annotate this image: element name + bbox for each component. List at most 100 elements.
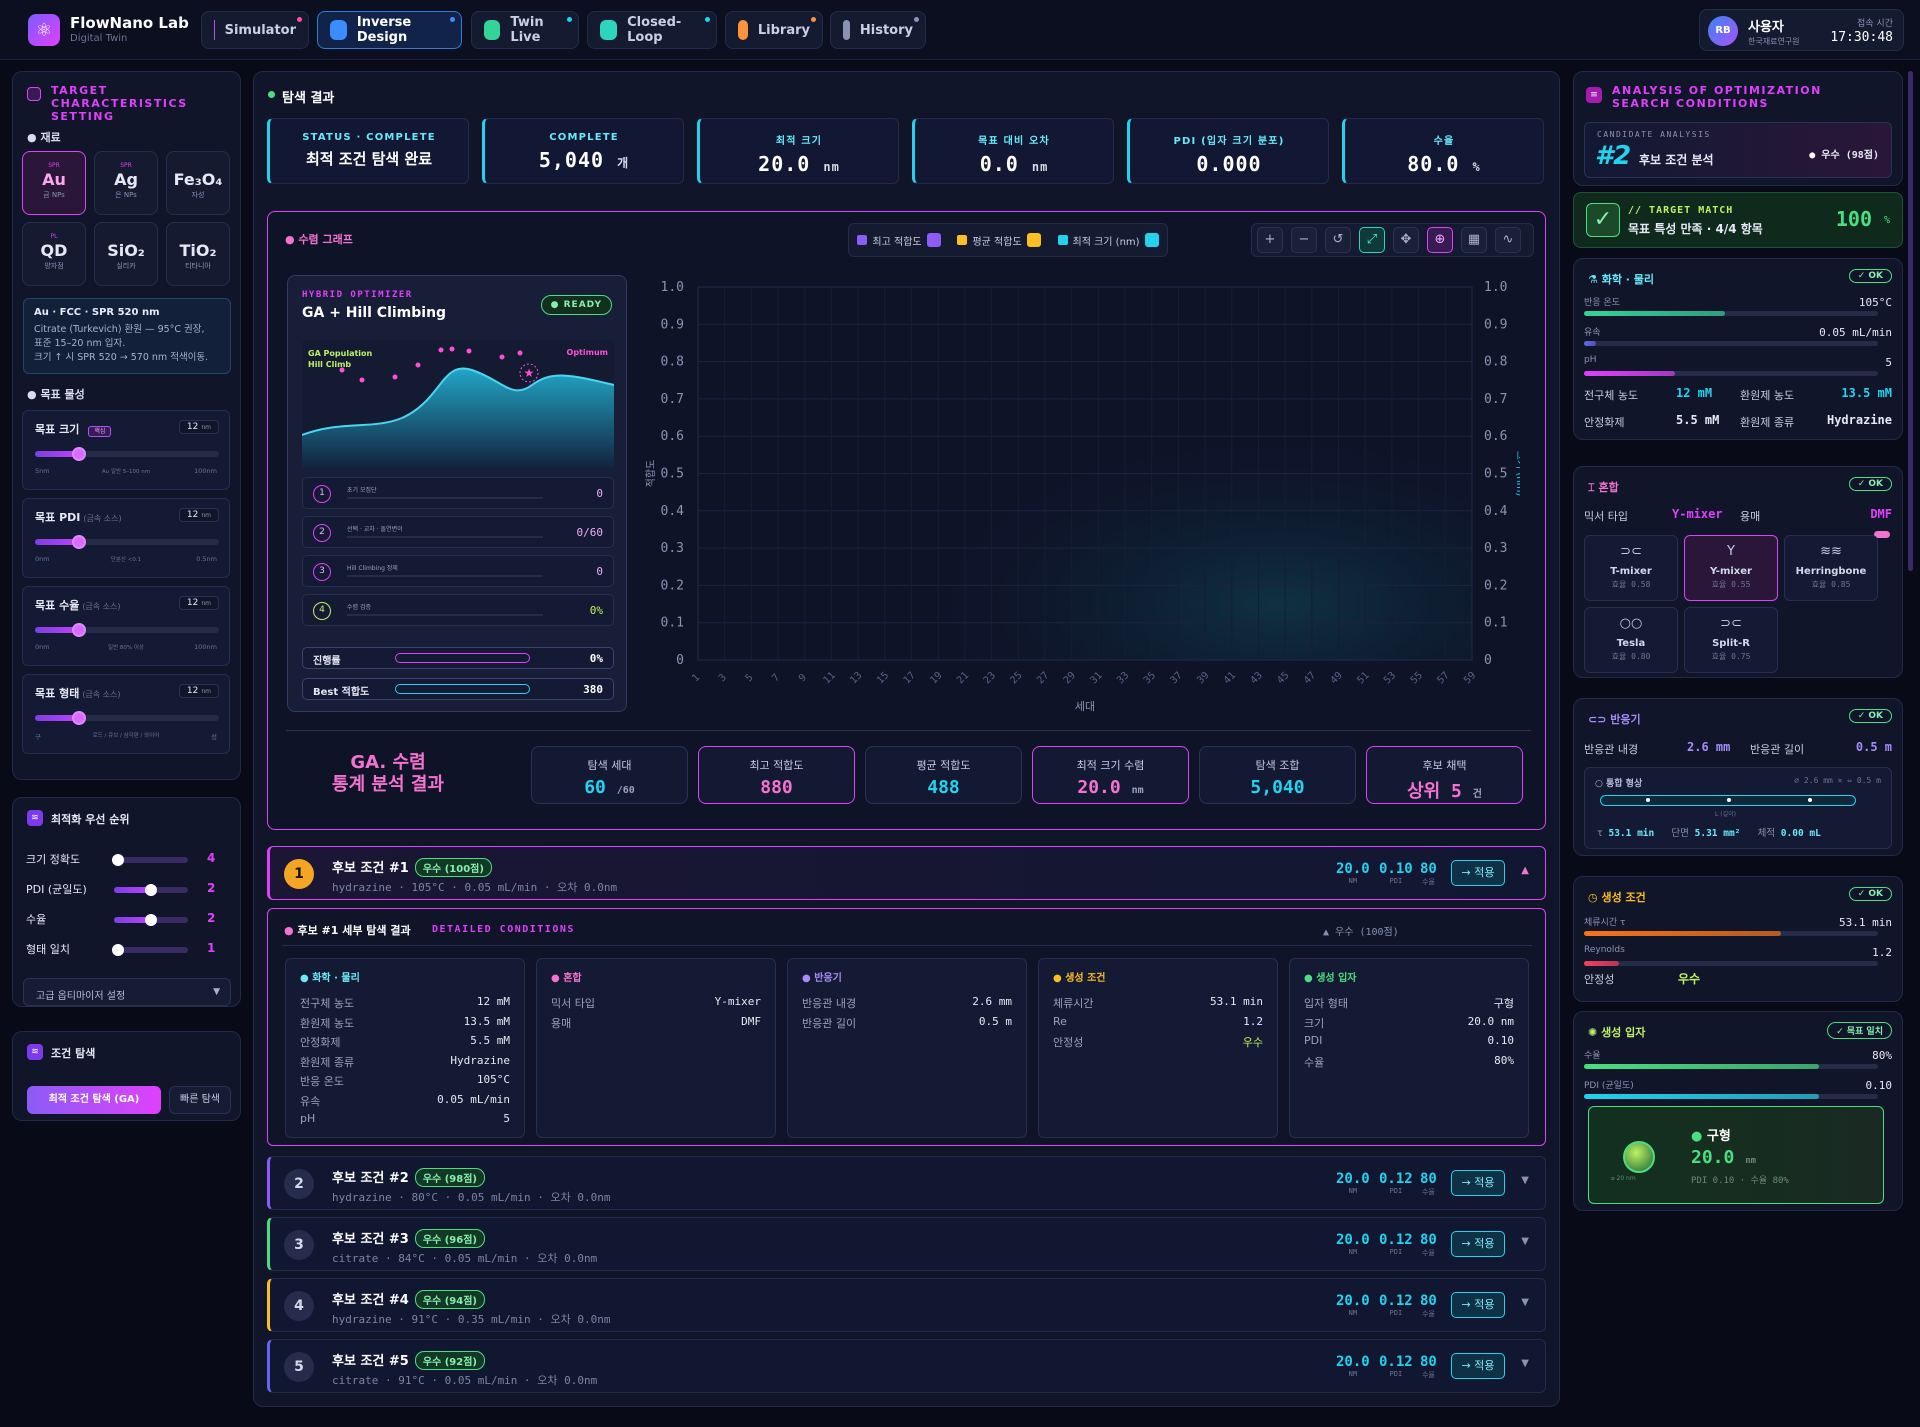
slider-handle[interactable] [111,944,124,956]
slider-handle[interactable] [72,447,87,461]
target-prop-value[interactable]: 12 nm [178,684,219,698]
detail-value: 20.0 nm [1467,1014,1514,1028]
mixer-option-tesla[interactable]: ○○ Tesla 효율 0.80 [1584,607,1678,673]
pan-icon[interactable]: ✥ [1393,227,1419,253]
chevron-down-icon[interactable]: ▼ [1521,1358,1529,1369]
legend-item[interactable]: 평균 적합도 [957,233,1041,248]
nav-tab-simulator[interactable]: Simulator [201,11,309,49]
legend-toggle[interactable] [1026,233,1041,247]
grid-icon[interactable]: ▦ [1461,227,1487,253]
chevron-up-icon[interactable]: ▲ [1521,865,1529,876]
slider-handle[interactable] [145,884,157,896]
candidate-row[interactable]: 2 후보 조건 #2 우수 (98점) hydrazine · 80°C · 0.05… [267,1156,1546,1210]
chevron-down-icon[interactable]: ▼ [1521,1175,1529,1186]
material-chip[interactable]: PL QD 양자점 [22,222,86,286]
priority-slider[interactable] [114,884,188,896]
x-tick-label: 35 [1142,670,1158,686]
slider-handle[interactable] [111,854,124,866]
detail-kv-row: 전구체 농도 12 mM [300,995,510,1011]
priority-slider[interactable] [111,854,188,866]
mixer-type-value: Y-mixer [1672,507,1723,521]
nav-tab-library[interactable]: Library [725,11,823,49]
legend-item[interactable]: 최고 적합도 [857,233,941,248]
apply-button[interactable]: → 적용 [1451,1231,1505,1257]
priority-slider[interactable] [114,914,188,926]
target-prop-value[interactable]: 12 nm [178,508,219,522]
mixer-option-split-r[interactable]: ⊃⊂ Split-R 효율 0.75 [1684,607,1778,673]
legend-item[interactable]: 최적 크기 (nm) [1057,233,1159,248]
detail-score[interactable]: ▲ 우수 (100점) [1323,923,1399,938]
target-prop-value[interactable]: 12 nm [178,596,219,610]
candidate-metric-yield: 80 수율 [1420,1293,1437,1319]
slider-max: 100nm [194,467,217,475]
legend-toggle[interactable] [1144,233,1159,247]
quick-search-button[interactable]: 빠른 탐색 [169,1086,231,1114]
zoom-out-icon[interactable]: − [1291,227,1317,253]
info-line: Citrate (Turkevich) 환원 — 95°C 권장, [34,324,205,335]
chevron-down-icon[interactable]: ▼ [1521,1297,1529,1308]
expand-icon[interactable]: ⤢ [1359,227,1385,253]
material-chip[interactable]: TiO₂ 티타니아 [166,222,230,286]
optimal-search-button[interactable]: 최적 조건 탐색 (GA) [27,1086,161,1114]
chem-key: 안정화제 [1584,416,1625,429]
detail-value: 80% [1494,1053,1514,1067]
nav-tab-closed-loop[interactable]: Closed-Loop [587,11,717,49]
material-tag: PL [50,233,58,240]
reset-icon[interactable]: ↺ [1325,227,1351,253]
material-chip[interactable]: SPR Au 금 NPs [22,151,86,215]
detail-kv-row: 반응 온도 105°C [300,1073,510,1089]
detail-kv-row: 안정성 우수 [1053,1034,1263,1050]
target-slider[interactable] [35,711,219,725]
apply-button[interactable]: → 적용 [1451,1353,1505,1379]
candidate-row[interactable]: 3 후보 조건 #3 우수 (96점) citrate · 84°C · 0.05 m… [267,1217,1546,1271]
user-card[interactable]: RB 사용자 한국재료연구원 접속 시간 17:30:48 [1699,9,1904,51]
apply-button[interactable]: → 적용 [1451,1292,1505,1318]
slider-handle[interactable] [145,914,157,926]
chevron-down-icon[interactable]: ▼ [1521,1236,1529,1247]
candidate-row[interactable]: 1 후보 조건 #1 우수 (100점) hydrazine · 105°C · 0.… [267,846,1546,900]
nav-tab-twin-live[interactable]: Twin Live [471,11,579,49]
metric-value: 20.0 [1336,1232,1370,1248]
target-match-text: 목표 특성 만족 · 4/4 항목 [1628,222,1763,236]
slider-handle[interactable] [72,711,87,725]
detail-key: 안정화제 [300,1036,341,1049]
chem-value: 12 mM [1676,386,1713,400]
scrollbar-thumb[interactable] [1908,71,1913,571]
slider-handle[interactable] [72,623,87,637]
slider-handle[interactable] [72,535,87,549]
mixer-option-y-mixer[interactable]: Y Y-mixer 효율 0.55 [1684,535,1778,601]
priority-slider[interactable] [111,944,188,956]
legend-toggle[interactable] [926,233,941,247]
candidate-rank: 5 [284,1352,314,1382]
target-slider[interactable] [35,623,219,637]
target-title: TARGET CHARACTERISTICS SETTING [51,84,188,123]
mixer-option-t-mixer[interactable]: ⊃⊂ T-mixer 효율 0.58 [1584,535,1678,601]
candidate-row[interactable]: 5 후보 조건 #5 우수 (92점) citrate · 91°C · 0.05 m… [267,1339,1546,1393]
stat-label: 수율 [1433,136,1455,147]
detail-card: ● 화학 · 물리 전구체 농도 12 mM 환원제 농도 13.5 mM 안정화제 5.5… [285,958,525,1138]
nav-status-dot [567,17,572,22]
x-tick-label: 7 [770,672,782,684]
apply-button[interactable]: → 적용 [1451,860,1505,886]
material-chip[interactable]: SiO₂ 실리카 [94,222,158,286]
nav-tab-inverse-design[interactable]: Inverse Design [317,11,462,49]
material-chip[interactable]: SPR Ag 은 NPs [94,151,158,215]
nav-tab-history[interactable]: History [830,11,926,49]
apply-button[interactable]: → 적용 [1451,1170,1505,1196]
best-fitness-row: Best 적합도 380 [302,678,614,700]
curve-icon[interactable]: ∿ [1495,227,1521,253]
y-tick-label: 0.3 [661,541,684,556]
material-chip[interactable]: Fe₃O₄ 자성 [166,151,230,215]
target-prop-value[interactable]: 12 nm [178,420,219,434]
tube-marker [1727,798,1731,802]
target-slider[interactable] [35,535,219,549]
advanced-settings-select[interactable]: 고급 옵티마이저 설정 ▼ [23,978,231,1006]
crosshair-icon[interactable]: ⊕ [1427,227,1453,253]
target-slider[interactable] [35,447,219,461]
mixer-option-herringbone[interactable]: ≋≋ Herringbone 효율 0.85 [1784,535,1878,601]
x-tick-label: 27 [1035,670,1051,686]
zoom-in-icon[interactable]: + [1257,227,1283,253]
candidate-row[interactable]: 4 후보 조건 #4 우수 (94점) hydrazine · 91°C · 0.35… [267,1278,1546,1332]
optimizer-card: HYBRID OPTIMIZER GA + Hill Climbing ● RE… [287,275,627,712]
x-tick-label: 55 [1409,670,1425,686]
